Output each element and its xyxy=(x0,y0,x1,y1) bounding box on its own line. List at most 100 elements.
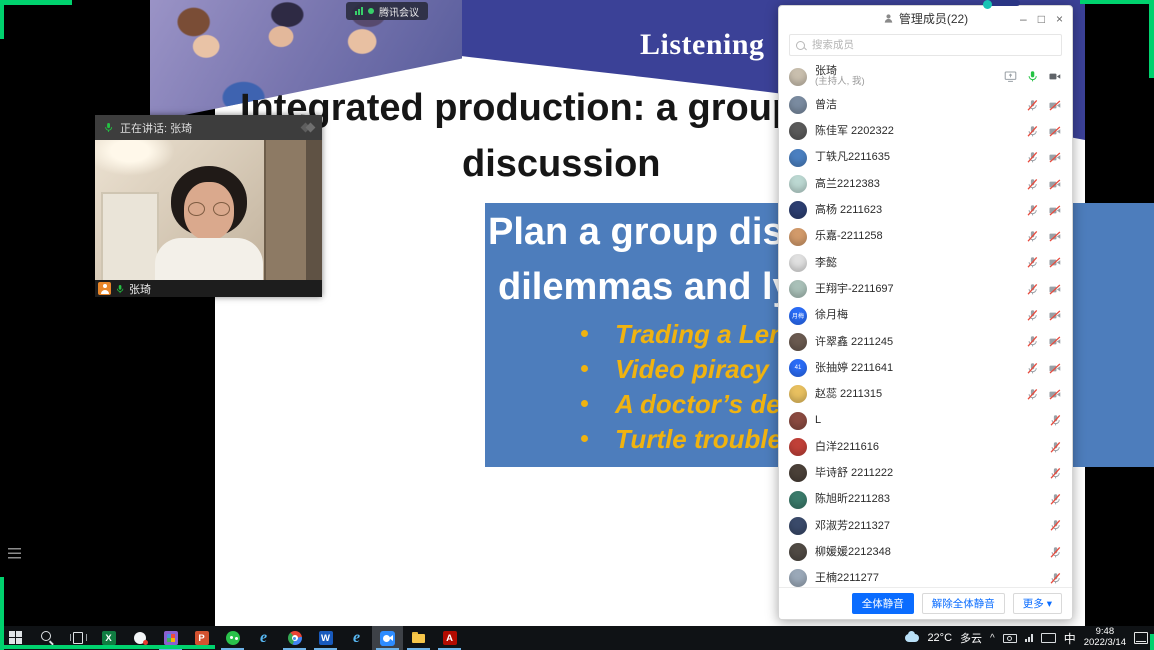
camera-off-icon[interactable] xyxy=(1048,309,1062,322)
weather-temp[interactable]: 22°C xyxy=(927,632,952,644)
mic-muted-icon[interactable] xyxy=(1049,493,1062,506)
member-row[interactable]: 毕诗舒 2211222 xyxy=(779,460,1072,486)
member-row[interactable]: 陈佳军 2202322 xyxy=(779,118,1072,144)
mic-muted-icon[interactable] xyxy=(1026,256,1039,269)
panel-titlebar[interactable]: 管理成员(22) – □ × xyxy=(779,6,1072,31)
taskbar-ie-icon[interactable]: e xyxy=(248,626,279,650)
member-row[interactable]: 乐嘉-2211258 xyxy=(779,223,1072,249)
member-name: 赵蕊 2211315 xyxy=(815,388,882,401)
video-feed[interactable] xyxy=(95,140,322,280)
mic-muted-icon[interactable] xyxy=(1026,283,1039,296)
hidden-icons-arrow[interactable]: ^ xyxy=(990,633,995,644)
camera-off-icon[interactable] xyxy=(1048,151,1062,164)
taskbar-clock[interactable]: 9:48 2022/3/14 xyxy=(1084,627,1126,649)
mute-all-button[interactable]: 全体静音 xyxy=(852,593,914,614)
mic-muted-icon[interactable] xyxy=(1049,414,1062,427)
member-avatar xyxy=(789,280,807,298)
maximize-button[interactable]: □ xyxy=(1038,13,1045,25)
mic-muted-icon[interactable] xyxy=(1026,125,1039,138)
mic-muted-icon[interactable] xyxy=(1026,362,1039,375)
action-center-icon[interactable] xyxy=(1134,632,1148,644)
camera-off-icon[interactable] xyxy=(1048,256,1062,269)
camera-off-icon[interactable] xyxy=(1048,125,1062,138)
camera-icon[interactable] xyxy=(1048,70,1062,83)
mic-muted-icon[interactable] xyxy=(1026,335,1039,348)
mic-muted-icon[interactable] xyxy=(1049,572,1062,585)
member-row[interactable]: 丁轶凡2211635 xyxy=(779,145,1072,171)
meeting-status-pill[interactable]: 腾讯会议 xyxy=(346,2,428,20)
weather-desc[interactable]: 多云 xyxy=(960,630,982,646)
camera-off-icon[interactable] xyxy=(1048,283,1062,296)
acrobat-icon: A xyxy=(442,630,458,646)
mic-muted-icon[interactable] xyxy=(1026,151,1039,164)
taskbar-file-explorer-button[interactable] xyxy=(403,626,434,650)
member-row[interactable]: 许翠鑫 2211245 xyxy=(779,329,1072,355)
list-lines-icon xyxy=(8,548,21,559)
member-name: 李懿 xyxy=(815,257,837,270)
member-row[interactable]: 邓淑芳2211327 xyxy=(779,513,1072,539)
slide-title-line2: discussion xyxy=(462,143,661,186)
touch-keyboard-icon[interactable] xyxy=(1041,633,1056,643)
camera-off-icon[interactable] xyxy=(1048,335,1062,348)
taskbar-acrobat-icon[interactable]: A xyxy=(434,626,465,650)
mic-muted-icon[interactable] xyxy=(1049,441,1062,454)
mic-muted-icon[interactable] xyxy=(1026,204,1039,217)
task-view-icon xyxy=(70,630,86,646)
member-row[interactable]: 李懿 xyxy=(779,250,1072,276)
more-button[interactable]: 更多 ▾ xyxy=(1013,593,1062,614)
taskbar-tencent-meeting-button[interactable] xyxy=(372,626,403,650)
mic-muted-icon[interactable] xyxy=(1026,99,1039,112)
camera-off-icon[interactable] xyxy=(1048,388,1062,401)
camera-off-icon[interactable] xyxy=(1048,230,1062,243)
member-row[interactable]: 月梅 徐月梅 xyxy=(779,302,1072,328)
taskbar-wechat-button[interactable] xyxy=(217,626,248,650)
member-row[interactable]: 41 张抽婷 2211641 xyxy=(779,355,1072,381)
member-avatar xyxy=(789,175,807,193)
wechat-icon xyxy=(226,631,240,645)
member-row[interactable]: L xyxy=(779,408,1072,434)
video-window-header[interactable]: 正在讲话: 张琦 xyxy=(95,115,322,140)
projector-tray-icon[interactable] xyxy=(1003,634,1017,643)
camera-off-icon[interactable] xyxy=(1048,99,1062,112)
panel-footer: 全体静音 解除全体静音 更多 ▾ xyxy=(779,587,1072,619)
mic-on-icon[interactable] xyxy=(1026,70,1039,83)
manage-members-panel: 管理成员(22) – □ × 张琦 (主持人, 我) 曾洁 xyxy=(778,5,1073,620)
camera-off-icon[interactable] xyxy=(1048,178,1062,191)
mic-muted-icon[interactable] xyxy=(1026,309,1039,322)
camera-off-icon[interactable] xyxy=(1048,362,1062,375)
speaker-video-window[interactable]: 正在讲话: 张琦 张琦 xyxy=(95,115,322,297)
member-row[interactable]: 高杨 2211623 xyxy=(779,197,1072,223)
member-row[interactable]: 赵蕊 2211315 xyxy=(779,381,1072,407)
member-row[interactable]: 柳媛媛2212348 xyxy=(779,539,1072,565)
mic-muted-icon[interactable] xyxy=(1026,388,1039,401)
member-row[interactable]: 王翔宇-2211697 xyxy=(779,276,1072,302)
mic-muted-icon[interactable] xyxy=(1049,546,1062,559)
member-row[interactable]: 张琦 (主持人, 我) xyxy=(779,61,1072,92)
weather-cloud-icon[interactable] xyxy=(905,634,919,642)
close-button[interactable]: × xyxy=(1056,13,1063,25)
member-role: (主持人, 我) xyxy=(815,77,865,88)
screen-share-icon[interactable] xyxy=(1004,70,1017,83)
slider-knob[interactable] xyxy=(983,0,992,9)
taskbar-chrome-button[interactable] xyxy=(279,626,310,650)
member-row[interactable]: 曾洁 xyxy=(779,92,1072,118)
search-input[interactable] xyxy=(810,38,1055,52)
network-icon[interactable] xyxy=(1025,634,1033,642)
member-list: 张琦 (主持人, 我) 曾洁 陈佳军 2202322 xyxy=(779,61,1072,592)
window-layout-icon[interactable] xyxy=(302,124,314,131)
mic-muted-icon[interactable] xyxy=(1026,230,1039,243)
ime-indicator[interactable]: 中 xyxy=(1064,630,1076,647)
taskbar-word-icon[interactable]: W xyxy=(310,626,341,650)
minimize-button[interactable]: – xyxy=(1020,13,1027,25)
screen: Plan a group discussion about dilemmas a… xyxy=(0,0,1154,650)
taskbar-ie2-icon[interactable]: e xyxy=(341,626,372,650)
unmute-all-button[interactable]: 解除全体静音 xyxy=(922,593,1005,614)
member-row[interactable]: 白洋2211616 xyxy=(779,434,1072,460)
mic-muted-icon[interactable] xyxy=(1049,519,1062,532)
mic-muted-icon[interactable] xyxy=(1049,467,1062,480)
camera-off-icon[interactable] xyxy=(1048,204,1062,217)
member-row[interactable]: 陈旭昕2211283 xyxy=(779,486,1072,512)
mic-muted-icon[interactable] xyxy=(1026,178,1039,191)
member-search-box[interactable] xyxy=(789,34,1062,56)
member-row[interactable]: 高兰2212383 xyxy=(779,171,1072,197)
